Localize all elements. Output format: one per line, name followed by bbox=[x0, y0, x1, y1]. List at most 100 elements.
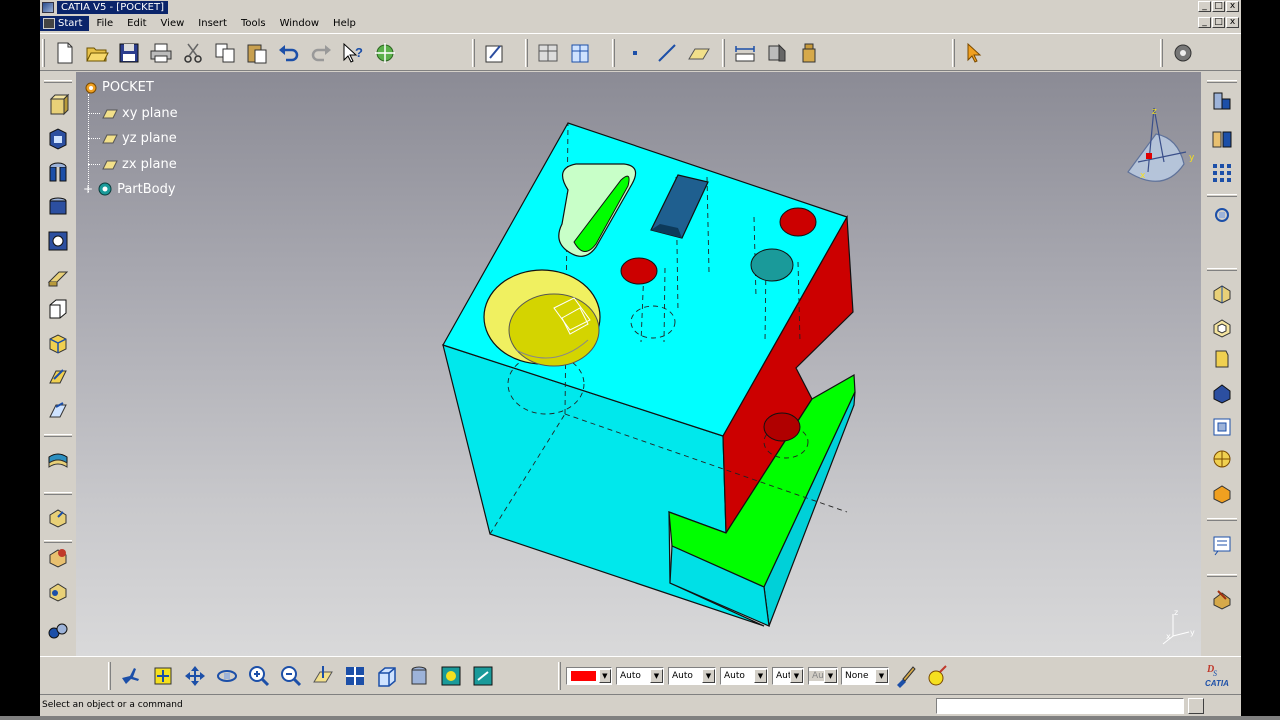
draft-icon[interactable] bbox=[1207, 278, 1237, 308]
line-type-select[interactable]: Auto ▼ bbox=[668, 667, 716, 685]
measure-between-icon[interactable] bbox=[729, 38, 761, 68]
tree-node-zx-plane[interactable]: zx plane bbox=[102, 157, 177, 172]
zoom-out-icon[interactable] bbox=[275, 661, 307, 691]
swap-space-icon[interactable] bbox=[467, 661, 499, 691]
select-arrow-icon[interactable] bbox=[959, 38, 991, 68]
thick-surface-icon[interactable] bbox=[43, 444, 73, 474]
tree-node-xy-plane[interactable]: xy plane bbox=[102, 106, 178, 121]
window-title: CATIA V5 - [POCKET] bbox=[57, 1, 168, 14]
zoom-in-icon[interactable] bbox=[243, 661, 275, 691]
shaft-icon[interactable] bbox=[43, 158, 73, 188]
command-input[interactable] bbox=[936, 698, 1184, 714]
compass-icon[interactable]: z y x bbox=[1116, 102, 1201, 192]
close-surface-icon[interactable] bbox=[1207, 478, 1237, 508]
doc-restore-button[interactable]: □ bbox=[1212, 17, 1225, 28]
svg-text:CATIA: CATIA bbox=[1205, 679, 1229, 688]
menu-file[interactable]: File bbox=[89, 16, 120, 31]
expand-plus-icon[interactable]: + bbox=[83, 182, 93, 196]
thickness-icon[interactable] bbox=[1207, 344, 1237, 374]
cut-icon[interactable] bbox=[177, 38, 209, 68]
menu-edit[interactable]: Edit bbox=[120, 16, 153, 31]
command-button[interactable] bbox=[1188, 698, 1204, 714]
measure-item-icon[interactable] bbox=[761, 38, 793, 68]
tree-root-pocket[interactable]: POCKET bbox=[84, 80, 154, 95]
whats-this-icon[interactable]: ? bbox=[337, 38, 369, 68]
save-icon[interactable] bbox=[113, 38, 145, 68]
redo-icon[interactable] bbox=[305, 38, 337, 68]
assemble-icon[interactable] bbox=[43, 576, 73, 606]
constraint-icon[interactable] bbox=[1207, 124, 1237, 154]
scaling-icon[interactable] bbox=[1207, 200, 1237, 230]
rib-icon[interactable] bbox=[43, 262, 73, 292]
pocket-icon[interactable] bbox=[43, 124, 73, 154]
slot-icon[interactable] bbox=[43, 294, 73, 324]
minimize-button[interactable]: _ bbox=[1198, 1, 1211, 12]
settings-gear-icon[interactable] bbox=[1167, 38, 1199, 68]
undo-icon[interactable] bbox=[273, 38, 305, 68]
tree-node-yz-plane[interactable]: yz plane bbox=[102, 131, 177, 146]
paint-brush-icon[interactable] bbox=[890, 661, 922, 691]
render-style-select[interactable]: None ▼ bbox=[841, 667, 889, 685]
boolean-add-icon[interactable] bbox=[43, 542, 73, 572]
hide-show-icon[interactable] bbox=[435, 661, 467, 691]
menu-tools[interactable]: Tools bbox=[234, 16, 273, 31]
paste-icon[interactable] bbox=[241, 38, 273, 68]
point-icon[interactable] bbox=[619, 38, 651, 68]
new-icon[interactable] bbox=[49, 38, 81, 68]
3d-viewport[interactable]: POCKET xy plane yz plane zx plane + Part… bbox=[76, 72, 1201, 656]
menu-window[interactable]: Window bbox=[273, 16, 326, 31]
loft-icon[interactable] bbox=[43, 396, 73, 426]
translate-icon[interactable] bbox=[43, 502, 73, 532]
view-mode-icon[interactable] bbox=[403, 661, 435, 691]
pad-icon[interactable] bbox=[43, 90, 73, 120]
taskbar-strip bbox=[0, 716, 1280, 720]
pattern-icon[interactable] bbox=[1207, 158, 1237, 188]
layer-select[interactable]: Aut ▼ bbox=[772, 667, 804, 685]
menu-view[interactable]: View bbox=[154, 16, 192, 31]
menu-insert[interactable]: Insert bbox=[191, 16, 234, 31]
multi-body-icon[interactable] bbox=[43, 616, 73, 646]
plane-icon bbox=[102, 109, 118, 118]
close-button[interactable]: x bbox=[1226, 1, 1239, 12]
multi-pad-icon[interactable] bbox=[43, 362, 73, 392]
axis-system-icon[interactable] bbox=[532, 38, 564, 68]
fly-mode-icon[interactable] bbox=[115, 661, 147, 691]
menu-start[interactable]: Start bbox=[40, 15, 90, 31]
measure-inertia-icon[interactable] bbox=[793, 38, 825, 68]
hole-icon[interactable] bbox=[43, 226, 73, 256]
shell-icon[interactable] bbox=[1207, 312, 1237, 342]
tree-node-partbody[interactable]: + PartBody bbox=[83, 181, 176, 197]
thread-icon[interactable] bbox=[1207, 378, 1237, 408]
part-design-icon[interactable] bbox=[1207, 86, 1237, 116]
annotation-icon[interactable] bbox=[1207, 530, 1237, 560]
analysis-icon[interactable] bbox=[369, 38, 401, 68]
print-icon[interactable] bbox=[145, 38, 177, 68]
split-icon[interactable] bbox=[1207, 444, 1237, 474]
menu-help[interactable]: Help bbox=[326, 16, 363, 31]
multi-view-icon[interactable] bbox=[339, 661, 371, 691]
normal-view-icon[interactable] bbox=[307, 661, 339, 691]
stiffener-icon[interactable] bbox=[43, 328, 73, 358]
mirror-icon[interactable] bbox=[1207, 412, 1237, 442]
table-icon[interactable] bbox=[564, 38, 596, 68]
sketcher-icon[interactable] bbox=[479, 38, 511, 68]
doc-close-button[interactable]: x bbox=[1226, 17, 1239, 28]
apply-material-icon[interactable] bbox=[922, 661, 954, 691]
maximize-button[interactable]: □ bbox=[1212, 1, 1225, 12]
plane-icon[interactable] bbox=[683, 38, 715, 68]
catia-logo-icon: D S CATIA bbox=[1205, 664, 1229, 688]
rotate-icon[interactable] bbox=[211, 661, 243, 691]
line-icon[interactable] bbox=[651, 38, 683, 68]
fill-color-select[interactable]: ▼ bbox=[566, 667, 612, 685]
material-icon[interactable] bbox=[1207, 584, 1237, 614]
copy-icon[interactable] bbox=[209, 38, 241, 68]
groove-icon[interactable] bbox=[43, 192, 73, 222]
pan-icon[interactable] bbox=[179, 661, 211, 691]
line-weight-select[interactable]: Auto ▼ bbox=[720, 667, 768, 685]
open-icon[interactable] bbox=[81, 38, 113, 68]
iso-view-icon[interactable] bbox=[371, 661, 403, 691]
fit-all-icon[interactable] bbox=[147, 661, 179, 691]
doc-minimize-button[interactable]: _ bbox=[1198, 17, 1211, 28]
color-swatch bbox=[571, 671, 596, 681]
line-thickness-select[interactable]: Auto ▼ bbox=[616, 667, 664, 685]
